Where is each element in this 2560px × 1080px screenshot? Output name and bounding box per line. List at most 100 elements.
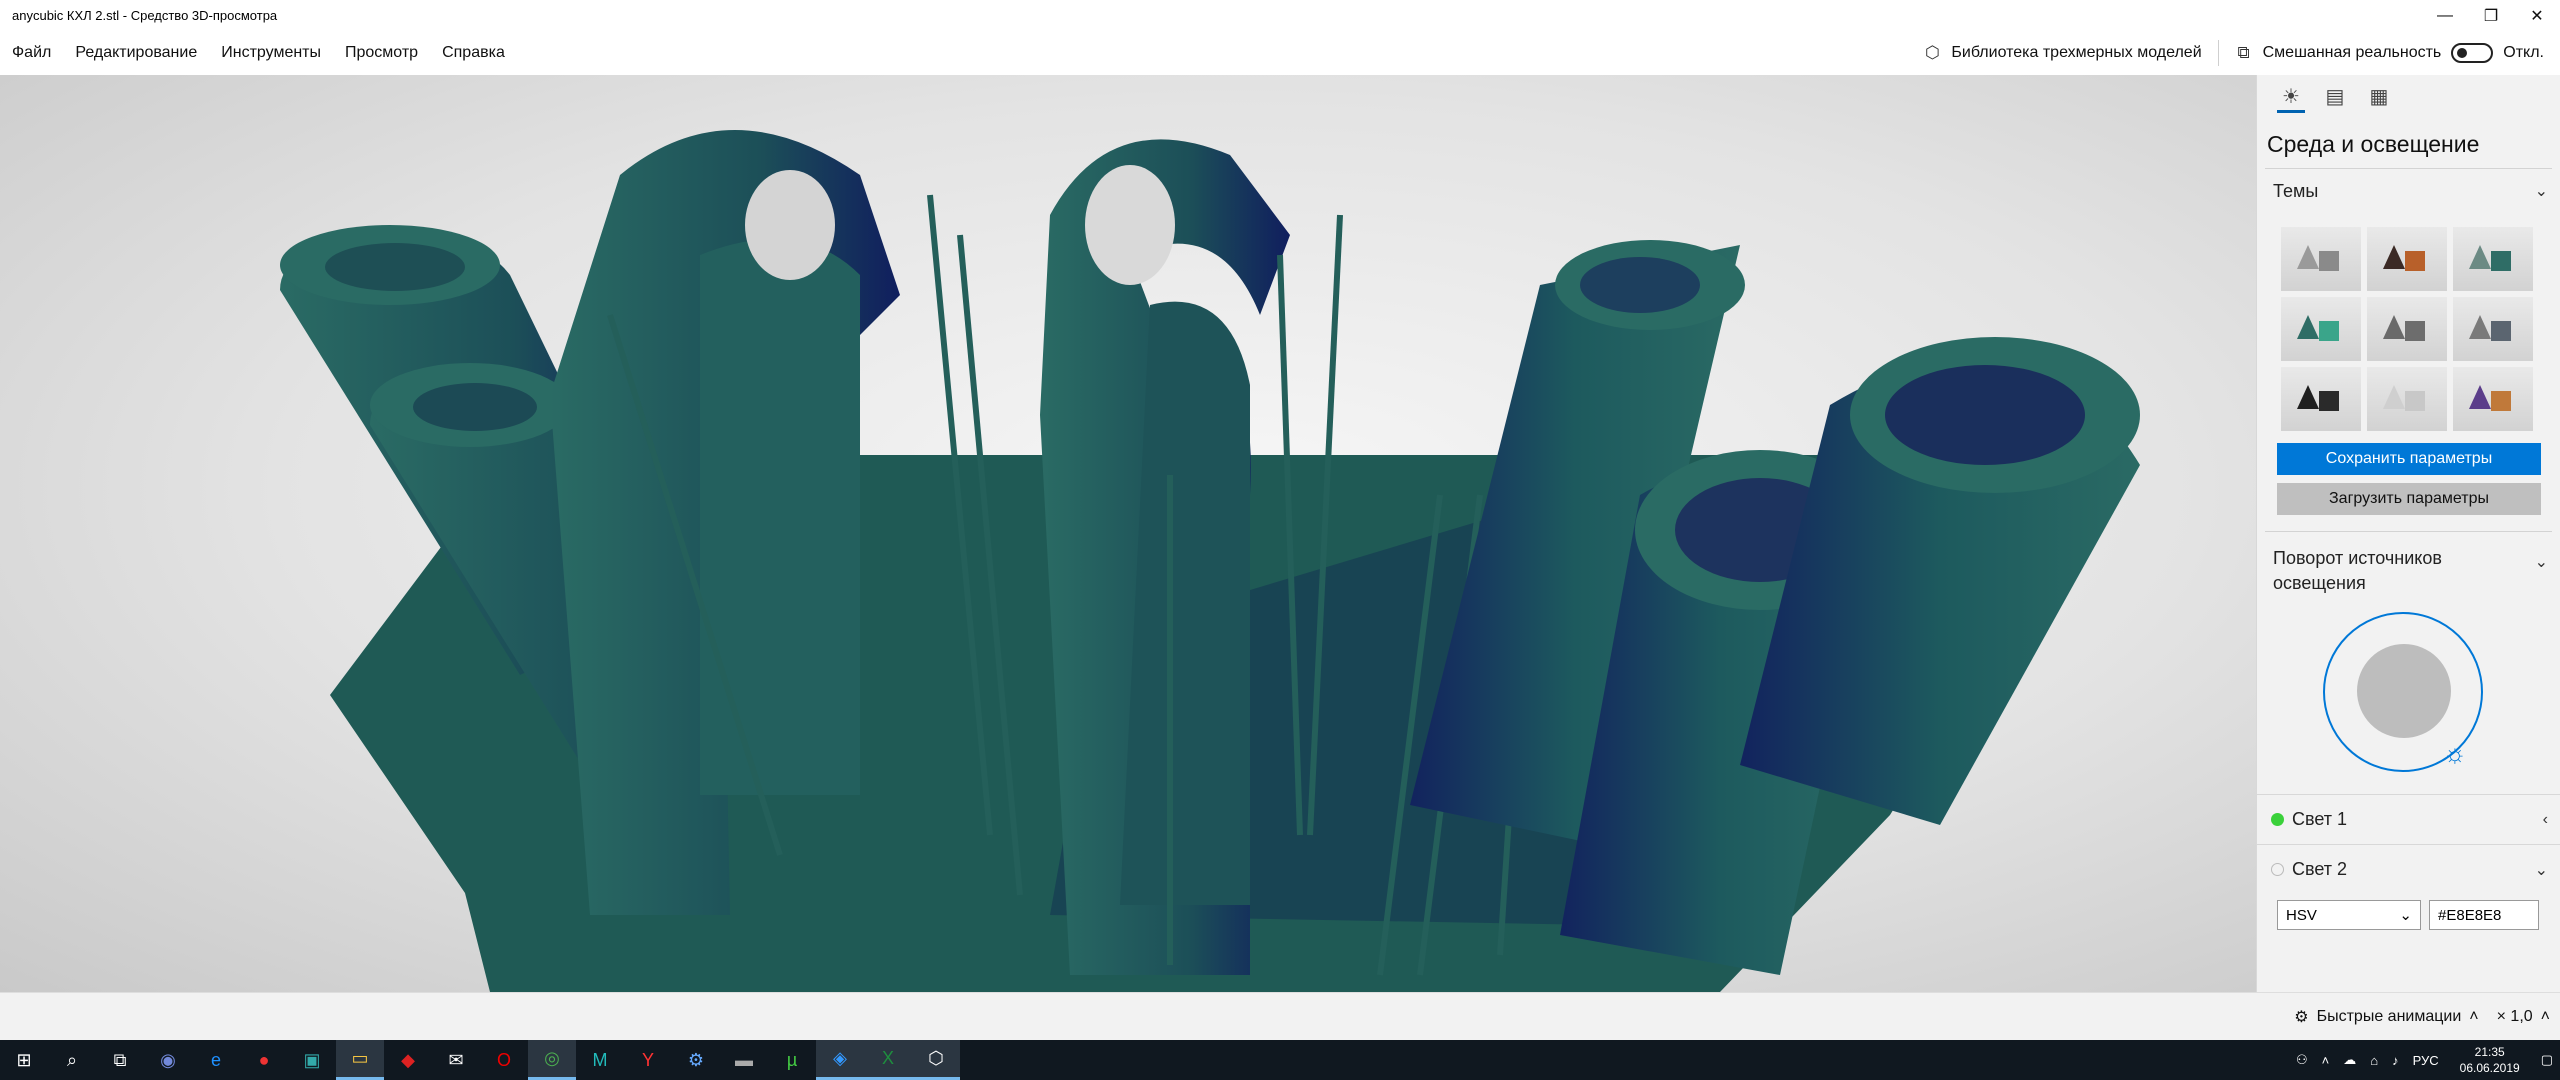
menu-tools[interactable]: Инструменты xyxy=(221,44,321,62)
stats-icon: ▤ xyxy=(2325,85,2345,108)
window-title: anycubic КХЛ 2.stl - Средство 3D-просмот… xyxy=(12,8,278,23)
network-icon[interactable]: ⌂ xyxy=(2370,1053,2378,1068)
theme-cone xyxy=(2469,245,2491,269)
start-icon[interactable]: ⊞ xyxy=(0,1040,48,1080)
close-button[interactable]: ✕ xyxy=(2514,0,2560,31)
people-icon[interactable]: ⚇ xyxy=(2296,1052,2308,1068)
theme-cube xyxy=(2491,321,2511,341)
mixed-reality-toggle[interactable] xyxy=(2451,43,2494,63)
file-explorer-icon[interactable]: ▭ xyxy=(336,1040,384,1080)
task-view-icon[interactable]: ⧉ xyxy=(96,1040,144,1080)
slicer-icon[interactable]: ◈ xyxy=(816,1040,864,1080)
light-1-row[interactable]: Свет 1 ‹ xyxy=(2257,794,2560,844)
3d-viewport[interactable] xyxy=(0,75,2256,992)
fast-animations-label[interactable]: Быстрые анимации xyxy=(2317,1008,2462,1026)
theme-option[interactable] xyxy=(2281,367,2361,431)
tab-stats[interactable]: ▤ xyxy=(2313,75,2357,117)
theme-option[interactable] xyxy=(2281,227,2361,291)
chevron-down-icon: ⌄ xyxy=(2534,861,2548,879)
title-bar: anycubic КХЛ 2.stl - Средство 3D-просмот… xyxy=(0,0,2560,31)
color-mode-select[interactable]: HSV ⌄ xyxy=(2277,900,2421,930)
light-rotation-label: Поворот источников освещения xyxy=(2273,548,2442,593)
hex-color-input[interactable]: #E8E8E8 xyxy=(2429,900,2539,930)
language-indicator[interactable]: РУС xyxy=(2413,1053,2439,1068)
theme-option[interactable] xyxy=(2367,227,2447,291)
utorrent-icon[interactable]: µ xyxy=(768,1040,816,1080)
theme-option[interactable] xyxy=(2367,297,2447,361)
media-app-icon[interactable]: ● xyxy=(240,1040,288,1080)
library-button[interactable]: ⬡ Библиотека трехмерных моделей xyxy=(1921,42,2202,64)
settings-app-icon[interactable]: ⚙ xyxy=(672,1040,720,1080)
light-2-indicator xyxy=(2271,863,2284,876)
theme-cone xyxy=(2297,315,2319,339)
theme-option[interactable] xyxy=(2453,367,2533,431)
tab-mesh[interactable]: ▦ xyxy=(2357,75,2401,117)
tab-lighting[interactable]: ☀ xyxy=(2269,75,2313,117)
discord-icon[interactable]: ◉ xyxy=(144,1040,192,1080)
chevron-up-icon[interactable]: ˄ xyxy=(2469,1008,2478,1026)
chevron-up-icon[interactable]: ˄ xyxy=(2541,1008,2550,1026)
light-rotation-dial[interactable]: ☼ xyxy=(2323,612,2483,772)
light-2-color-row: HSV ⌄ #E8E8E8 xyxy=(2277,900,2560,930)
mail-icon[interactable]: ✉ xyxy=(432,1040,480,1080)
theme-cone xyxy=(2383,245,2405,269)
library-label: Библиотека трехмерных моделей xyxy=(1951,44,2202,61)
save-settings-button[interactable]: Сохранить параметры xyxy=(2277,443,2541,475)
menu-file[interactable]: Файл xyxy=(12,44,51,62)
light-1-indicator xyxy=(2271,813,2284,826)
panel-tabs: ☀ ▤ ▦ xyxy=(2257,75,2560,117)
menu-help[interactable]: Справка xyxy=(442,44,505,62)
mixed-reality-label: Смешанная реальность xyxy=(2262,44,2442,61)
light-handle-icon[interactable]: ☼ xyxy=(2443,738,2467,769)
cube-icon: ⬡ xyxy=(1924,43,1940,62)
photos-icon[interactable]: ▣ xyxy=(288,1040,336,1080)
terminal-icon[interactable]: ▬ xyxy=(720,1040,768,1080)
edge-icon[interactable]: e xyxy=(192,1040,240,1080)
3d-viewer-icon[interactable]: ⬡ xyxy=(912,1040,960,1080)
clock[interactable]: 21:35 06.06.2019 xyxy=(2460,1044,2520,1076)
zoom-level[interactable]: × 1,0 xyxy=(2497,1008,2533,1026)
theme-cube xyxy=(2405,321,2425,341)
chevron-down-icon: ⌄ xyxy=(2399,907,2412,924)
taskbar: ⊞ ⌕ ⧉ ◉ e ● ▣ ▭ ◆ ✉ O ◎ M Y ⚙ ▬ µ ◈ X ⬡ … xyxy=(0,1040,2560,1080)
themes-header[interactable]: Темы ⌄ xyxy=(2257,169,2560,213)
light-rotation-header[interactable]: Поворот источников освещения ⌄ xyxy=(2257,532,2560,594)
theme-cone xyxy=(2297,385,2319,409)
theme-cone xyxy=(2383,385,2405,409)
chevron-left-icon: ‹ xyxy=(2542,810,2548,828)
maximize-button[interactable]: ❐ xyxy=(2468,0,2514,31)
panel-title: Среда и освещение xyxy=(2267,131,2480,157)
themes-label: Темы xyxy=(2273,180,2319,201)
theme-cube xyxy=(2491,391,2511,411)
menu-edit[interactable]: Редактирование xyxy=(75,44,197,62)
game-app-icon[interactable]: ◆ xyxy=(384,1040,432,1080)
opera-icon[interactable]: O xyxy=(480,1040,528,1080)
cloud-icon[interactable]: ☁ xyxy=(2343,1052,2356,1068)
theme-option[interactable] xyxy=(2453,227,2533,291)
mixed-reality-toggle-group[interactable]: ⧉ Смешанная реальность Откл. xyxy=(2233,42,2544,64)
theme-cone xyxy=(2469,315,2491,339)
minimize-button[interactable]: — xyxy=(2422,0,2468,31)
theme-cone xyxy=(2297,245,2319,269)
excel-icon[interactable]: X xyxy=(864,1040,912,1080)
chevron-up-icon[interactable]: ˄ xyxy=(2322,1053,2330,1068)
menu-view[interactable]: Просмотр xyxy=(345,44,418,62)
clock-date: 06.06.2019 xyxy=(2459,1061,2520,1075)
yandex-icon[interactable]: Y xyxy=(624,1040,672,1080)
editor-icon[interactable]: M xyxy=(576,1040,624,1080)
sun-icon: ☀ xyxy=(2282,85,2300,108)
clock-time: 21:35 xyxy=(2474,1045,2505,1059)
animation-icon: ⚙ xyxy=(2294,1009,2309,1026)
light-2-row[interactable]: Свет 2 ⌄ xyxy=(2257,844,2560,894)
theme-option[interactable] xyxy=(2367,367,2447,431)
volume-icon[interactable]: ♪ xyxy=(2392,1053,2399,1068)
notifications-icon[interactable]: ▢ xyxy=(2541,1052,2553,1068)
theme-option[interactable] xyxy=(2281,297,2361,361)
search-icon[interactable]: ⌕ xyxy=(48,1040,96,1080)
theme-option[interactable] xyxy=(2453,297,2533,361)
model-render xyxy=(280,130,2140,992)
load-settings-button[interactable]: Загрузить параметры xyxy=(2277,483,2541,515)
chrome-icon[interactable]: ◎ xyxy=(528,1040,576,1080)
color-mode-value: HSV xyxy=(2286,906,2317,924)
light-preview-sphere xyxy=(2357,644,2451,738)
